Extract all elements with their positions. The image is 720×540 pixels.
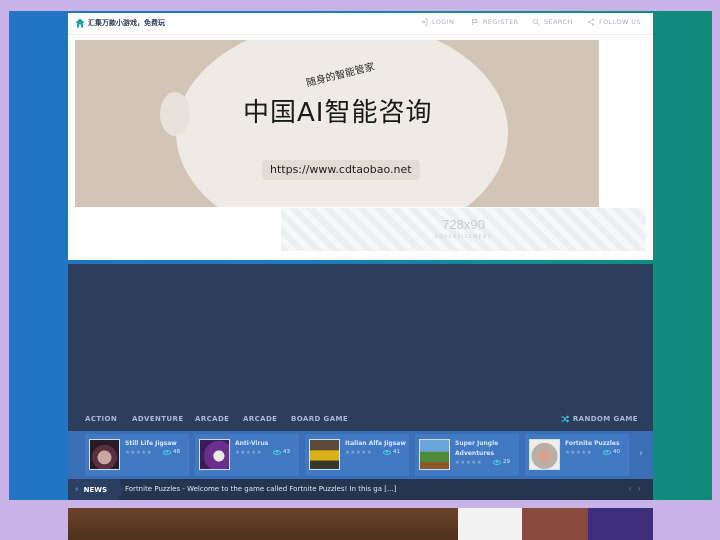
random-game-label: RANDOM GAME	[572, 415, 638, 423]
news-nav: ‹›	[629, 484, 647, 493]
news-label: NEWS	[83, 485, 108, 494]
eye-icon	[493, 459, 501, 465]
login-link[interactable]: LOGIN	[420, 18, 454, 26]
view-count-value: 43	[283, 449, 290, 455]
game-card[interactable]: Anti-Virus ★★★★★ 43	[195, 434, 299, 476]
search-link[interactable]: SEARCH	[532, 18, 573, 26]
featured-thumbnail[interactable]	[522, 508, 588, 540]
chevron-right-icon[interactable]: ›	[638, 484, 647, 493]
banner-title: 中国AI智能咨询	[243, 98, 433, 128]
category-arcade[interactable]: ARCADE	[195, 415, 229, 423]
header-card: 汇集万款小游戏，免费玩 LOGIN REGISTER SEARCH FOLLOW…	[68, 13, 653, 260]
category-nav: ACTION ADVENTURE ARCADE ARCADE BOARD GAM…	[68, 409, 653, 431]
ad-size-label: 728x90	[442, 217, 485, 232]
star-rating: ★★★★★	[455, 460, 483, 466]
view-count-value: 40	[613, 449, 620, 455]
banner-ad[interactable]: 随身的智能管家 中国AI智能咨询 https://www.cdtaobao.ne…	[75, 40, 599, 207]
category-arcade-2[interactable]: ARCADE	[243, 415, 277, 423]
category-board-game[interactable]: BOARD GAME	[291, 415, 348, 423]
game-strip: Still Life Jigsaw ★★★★★ 48 Anti-Virus ★★…	[68, 431, 653, 479]
game-thumbnail	[309, 439, 340, 470]
eye-icon	[603, 449, 611, 455]
view-count: 29	[493, 459, 510, 465]
eye-icon	[163, 449, 171, 455]
game-card[interactable]: Still Life Jigsaw ★★★★★ 48	[85, 434, 189, 476]
eye-icon	[383, 449, 391, 455]
search-icon	[532, 18, 540, 26]
game-thumbnail	[199, 439, 230, 470]
game-panel: ACTION ADVENTURE ARCADE ARCADE BOARD GAM…	[68, 264, 653, 500]
follow-us-link[interactable]: FOLLOW US	[587, 18, 641, 26]
featured-games-row	[68, 508, 653, 540]
news-text[interactable]: Fortnite Puzzles - Welcome to the game c…	[125, 485, 396, 493]
game-card[interactable]: Italian Alfa Jigsaw ★★★★★ 41	[305, 434, 409, 476]
game-title: Italian Alfa Jigsaw	[345, 440, 406, 447]
banner-url[interactable]: https://www.cdtaobao.net	[262, 160, 420, 180]
ad-placeholder[interactable]: 728x90 ADVERTISEMENT	[281, 208, 646, 251]
news-tag: ⚡ NEWS	[68, 479, 124, 500]
news-ticker: ⚡ NEWS Fortnite Puzzles - Welcome to the…	[68, 479, 653, 500]
register-icon	[472, 19, 478, 25]
shuffle-icon	[561, 415, 569, 423]
bolt-icon: ⚡	[74, 485, 80, 494]
login-icon	[421, 18, 428, 26]
view-count: 41	[383, 449, 400, 455]
game-title: Still Life Jigsaw	[125, 440, 177, 447]
view-count-value: 41	[393, 449, 400, 455]
chevron-right-icon[interactable]: ›	[639, 448, 643, 459]
follow-us-label: FOLLOW US	[599, 18, 641, 26]
register-label: REGISTER	[483, 18, 519, 26]
featured-thumbnail[interactable]	[458, 508, 522, 540]
view-count: 40	[603, 449, 620, 455]
site-title[interactable]: 汇集万款小游戏，免费玩	[88, 18, 165, 28]
view-count-value: 29	[503, 459, 510, 465]
login-label: LOGIN	[432, 18, 455, 26]
register-link[interactable]: REGISTER	[471, 18, 519, 26]
featured-image[interactable]	[68, 508, 458, 540]
game-title: Super Jungle Adventures	[455, 440, 499, 457]
game-thumbnail	[89, 439, 120, 470]
category-action[interactable]: ACTION	[85, 415, 117, 423]
star-rating: ★★★★★	[345, 450, 373, 456]
game-title: Fortnite Puzzles	[565, 440, 620, 447]
game-thumbnail	[529, 439, 560, 470]
game-card[interactable]: Super Jungle Adventures ★★★★★ 29	[415, 434, 519, 476]
category-adventure[interactable]: ADVENTURE	[132, 415, 184, 423]
star-rating: ★★★★★	[565, 450, 593, 456]
game-title: Anti-Virus	[235, 440, 269, 447]
eye-icon	[273, 449, 281, 455]
view-count: 43	[273, 449, 290, 455]
home-icon[interactable]	[75, 18, 85, 28]
ad-label: ADVERTISEMENT	[434, 235, 493, 240]
game-card[interactable]: Fortnite Puzzles ★★★★★ 40	[525, 434, 629, 476]
star-rating: ★★★★★	[125, 450, 153, 456]
banner-circle-small	[160, 92, 190, 136]
game-thumbnail	[419, 439, 450, 470]
random-game-button[interactable]: RANDOM GAME	[561, 415, 638, 423]
view-count: 48	[163, 449, 180, 455]
top-bar: 汇集万款小游戏，免费玩 LOGIN REGISTER SEARCH FOLLOW…	[68, 13, 653, 35]
featured-thumbnail[interactable]	[588, 508, 653, 540]
star-rating: ★★★★★	[235, 450, 263, 456]
search-label: SEARCH	[544, 18, 573, 26]
chevron-left-icon[interactable]: ‹	[629, 484, 638, 493]
share-icon	[587, 18, 595, 26]
view-count-value: 48	[173, 449, 180, 455]
